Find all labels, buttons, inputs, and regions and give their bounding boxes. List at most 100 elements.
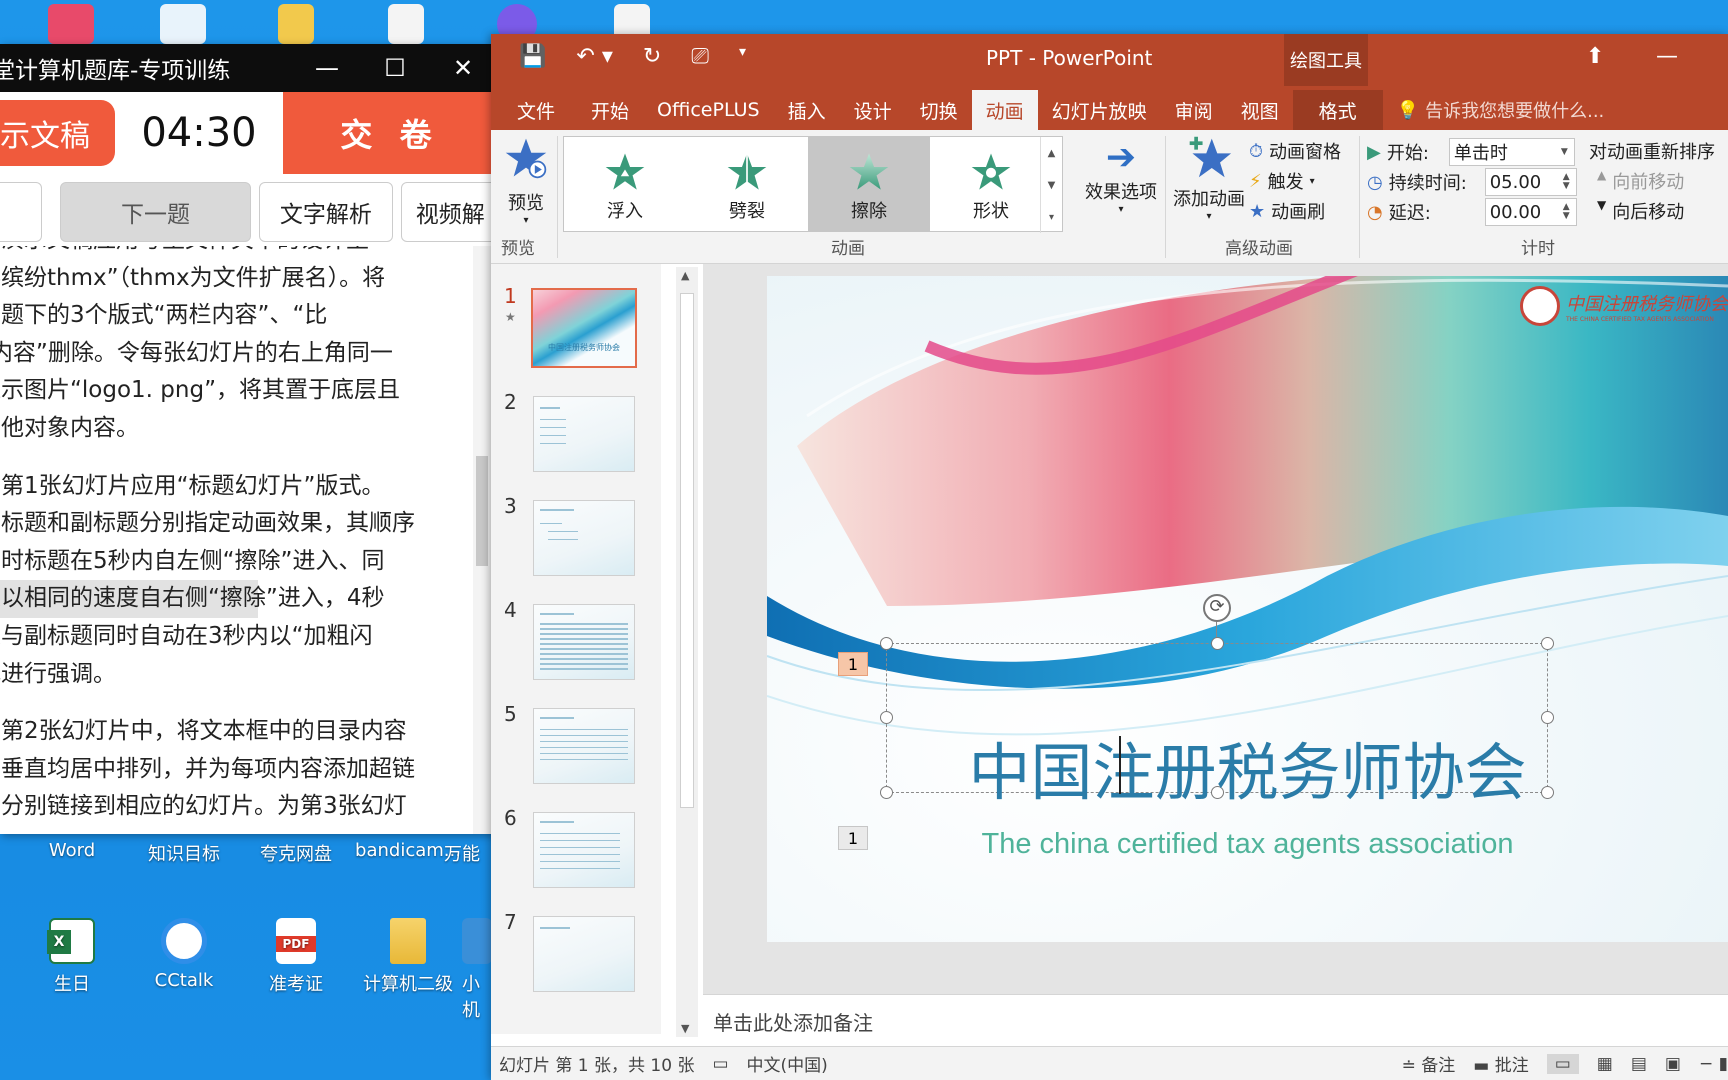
minimize-button[interactable]: — (293, 54, 361, 82)
desktop-icon-computer-exam[interactable]: 计算机二级 (353, 918, 463, 996)
show-document-button[interactable]: 示文稿 (0, 100, 115, 166)
tab-review[interactable]: 审阅 (1161, 90, 1227, 130)
slide-sorter-icon[interactable]: ▦ (1597, 1054, 1613, 1074)
effect-options-button[interactable]: ➔ 效果选项 ▾ (1081, 138, 1161, 216)
spinner-arrows-icon[interactable]: ▲ ▼ (1563, 203, 1576, 221)
delay-spinner[interactable]: 00.00 ▲ ▼ (1484, 198, 1577, 226)
normal-view-icon[interactable]: ▭ (1546, 1053, 1579, 1074)
animation-shape[interactable]: 形状 (930, 137, 1052, 231)
add-animation-button[interactable]: 添加动画 ▾ (1169, 134, 1249, 222)
preview-star-icon (505, 138, 547, 179)
spellcheck-icon[interactable]: ▭ (712, 1054, 728, 1074)
desktop-icon-wanneng[interactable]: 万能 (444, 840, 494, 866)
app-icon[interactable] (48, 4, 94, 44)
question-scrollbar[interactable] (473, 246, 491, 834)
notes-toggle-button[interactable]: ≐ 备注 (1402, 1051, 1456, 1076)
animation-painter-button[interactable]: ★ 动画刷 (1249, 198, 1325, 224)
animation-wipe[interactable]: 擦除 (808, 137, 930, 231)
tab-view[interactable]: 视图 (1227, 90, 1293, 130)
move-later-button[interactable]: ▼ 向后移动 (1597, 198, 1684, 224)
ribbon-display-options-icon[interactable]: ⬆ (1586, 44, 1604, 69)
slide-subtitle[interactable]: The china certified tax agents associati… (767, 828, 1728, 861)
resize-handle[interactable] (1211, 637, 1224, 650)
zoom-slider[interactable]: − ▮ (1699, 1054, 1728, 1074)
folder-icon[interactable] (278, 4, 314, 44)
slide-title[interactable]: 中国注册税务师协会 (767, 722, 1728, 812)
slide-thumbnail[interactable]: 3 (491, 494, 641, 582)
slide-thumbnail[interactable]: 7 (491, 910, 641, 998)
customize-qat-icon[interactable]: ▾ (739, 44, 746, 69)
comments-toggle-button[interactable]: ▬ 批注 (1473, 1051, 1528, 1076)
scrollbar-thumb[interactable] (476, 456, 488, 566)
minimize-button[interactable]: — (1656, 44, 1678, 69)
slide-thumbnail[interactable]: 1 ★ 中国注册税务师协会 (491, 284, 641, 372)
language-status[interactable]: 中文(中国) (747, 1051, 828, 1076)
cctalk-icon (161, 918, 207, 964)
maximize-button[interactable]: ☐ (361, 54, 429, 82)
question-line: 式进行强调。 (0, 660, 116, 687)
scrollbar-thumb[interactable] (680, 293, 694, 808)
submit-button[interactable]: 交 卷 (283, 92, 497, 174)
gallery-more-icon[interactable]: ▾ (1049, 212, 1054, 223)
text-analysis-button[interactable]: 文字解析 (259, 182, 393, 242)
animation-order-tag[interactable]: 1 (838, 652, 868, 676)
reading-view-icon[interactable]: ▤ (1631, 1054, 1647, 1074)
desktop-icon-word[interactable]: Word (17, 840, 127, 861)
trigger-button[interactable]: ⚡ 触发 ▾ (1249, 168, 1315, 194)
tab-design[interactable]: 设计 (840, 90, 906, 130)
desktop-icon-cctalk[interactable]: CCtalk (129, 918, 239, 991)
tab-insert[interactable]: 插入 (774, 90, 840, 130)
undo-icon[interactable]: ↶ ▾ (576, 44, 612, 69)
app-icon[interactable] (160, 4, 206, 44)
spinner-arrows-icon[interactable]: ▲ ▼ (1563, 173, 1576, 191)
tab-officeplus[interactable]: OfficePLUS (643, 90, 774, 130)
tab-home[interactable]: 开始 (577, 90, 643, 130)
resize-handle[interactable] (1541, 637, 1554, 650)
preview-button[interactable]: 预览 ▾ (501, 136, 551, 226)
video-analysis-button[interactable]: 视频解 (400, 182, 497, 242)
animation-pane-button[interactable]: ⏱ 动画窗格 (1249, 138, 1341, 164)
redo-icon[interactable]: ↻ (643, 44, 661, 69)
rotate-handle[interactable]: ⟳ (1203, 594, 1231, 622)
previous-button[interactable] (0, 182, 43, 242)
exam-titlebar: 堂计算机题库-专项训练 — ☐ ✕ (0, 44, 497, 92)
scroll-down-icon[interactable]: ▼ (1048, 180, 1056, 191)
next-question-button[interactable]: 下一题 (60, 182, 252, 242)
scroll-down-icon[interactable]: ▼ (681, 1022, 689, 1035)
slide-thumbnail[interactable]: 5 (491, 702, 641, 790)
thumb-text-block (540, 623, 628, 671)
move-earlier-button[interactable]: ▲ 向前移动 (1597, 168, 1684, 194)
desktop-icon-knowledge[interactable]: 知识目标 (129, 840, 239, 866)
notes-pane[interactable]: 单击此处添加备注 (703, 994, 1728, 1046)
tab-animations[interactable]: 动画 (971, 90, 1038, 130)
tell-me-box[interactable]: 💡 告诉我您想要做什么... (1383, 90, 1605, 130)
close-button[interactable]: ✕ (429, 54, 497, 82)
scroll-up-icon[interactable]: ▲ (1048, 148, 1056, 159)
present-icon[interactable]: ⎚ (691, 44, 709, 69)
star-effect-icon (727, 153, 767, 190)
tab-file[interactable]: 文件 (491, 90, 577, 130)
desktop-icon-quark[interactable]: 夸克网盘 (241, 840, 351, 866)
pdf-file-icon[interactable] (388, 4, 424, 44)
desktop-icon-birthday[interactable]: X 生日 (17, 918, 127, 996)
trigger-label: 触发 (1267, 172, 1304, 193)
resize-handle[interactable] (880, 637, 893, 650)
thumbnails-scrollbar[interactable]: ▲ ▼ (676, 267, 698, 1037)
slide-thumbnail[interactable]: 4 (491, 598, 641, 686)
animation-split[interactable]: 劈裂 (686, 137, 808, 231)
question-line: 主题下的3个版式“两栏内容”、“比 (0, 302, 328, 329)
animation-float-in[interactable]: 浮入 (564, 137, 686, 231)
tab-slideshow[interactable]: 幻灯片放映 (1038, 90, 1161, 130)
scroll-up-icon[interactable]: ▲ (681, 269, 689, 282)
start-dropdown[interactable]: 单击时 ▼ (1448, 138, 1575, 166)
slide[interactable]: 中国注册税务师协会 THE CHINA CERTIFIED TAX AGENTS… (767, 276, 1728, 942)
gallery-scroll[interactable]: ▲ ▼ ▾ (1040, 137, 1062, 233)
slide-thumbnail[interactable]: 6 (491, 806, 641, 894)
duration-spinner[interactable]: 05.00 ▲ ▼ (1484, 168, 1577, 196)
slideshow-view-icon[interactable]: ▣ (1665, 1054, 1681, 1074)
tab-format[interactable]: 格式 (1292, 90, 1383, 130)
slide-thumbnail[interactable]: 2 (491, 390, 641, 478)
tab-transitions[interactable]: 切换 (906, 90, 972, 130)
desktop-icon-admission[interactable]: PDF 准考证 (241, 918, 351, 996)
save-icon[interactable]: 💾 (519, 44, 546, 69)
